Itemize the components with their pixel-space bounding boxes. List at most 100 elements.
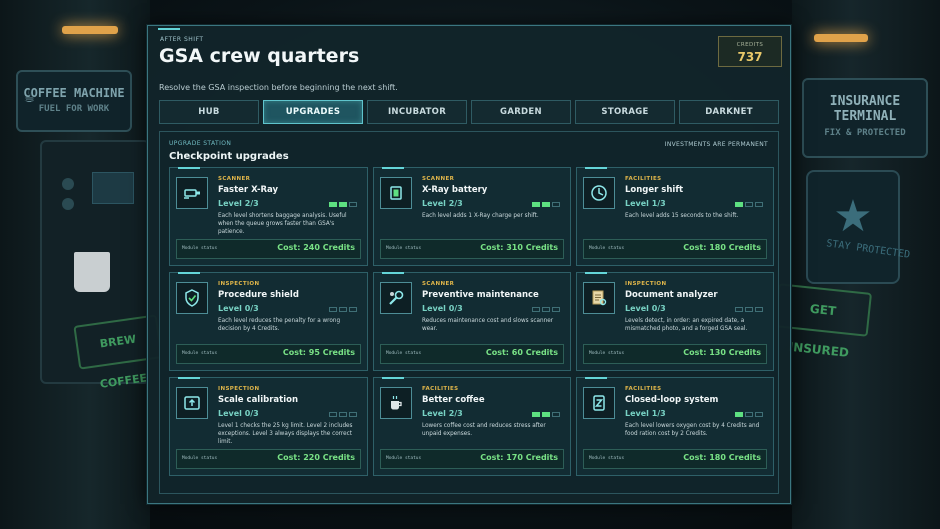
station-title: Checkpoint upgrades xyxy=(169,151,289,162)
upgrade-card-preventive-maintenance[interactable]: SCANNER Preventive maintenance Level 0/3… xyxy=(373,272,571,371)
card-footer: Module status Cost: 220 Credits xyxy=(176,449,361,469)
card-description: Each level adds 15 seconds to the shift. xyxy=(625,213,739,219)
upgrade-card-document-analyzer[interactable]: INSPECTION Document analyzer Level 0/3 L… xyxy=(576,272,774,371)
credits-label: CREDITS xyxy=(736,42,764,48)
shield-star-icon: ★ xyxy=(806,170,900,284)
section-tabs: HUB UPGRADES INCUBATOR GARDEN STORAGE DA… xyxy=(159,100,779,124)
buy-upgrade-button[interactable]: Cost: 170 Credits xyxy=(480,453,558,462)
buy-upgrade-button[interactable]: Cost: 95 Credits xyxy=(283,348,355,357)
buy-upgrade-button[interactable]: Cost: 130 Credits xyxy=(683,348,761,357)
level-pip-filled xyxy=(532,202,540,207)
buy-upgrade-button[interactable]: Cost: 60 Credits xyxy=(486,348,558,357)
tab-darknet[interactable]: DARKNET xyxy=(679,100,779,124)
buy-upgrade-button[interactable]: Cost: 180 Credits xyxy=(683,453,761,462)
card-category: INSPECTION xyxy=(625,281,667,287)
battery-chip-icon xyxy=(380,177,412,209)
credits-display: CREDITS 737 xyxy=(718,36,782,67)
card-accent-line xyxy=(585,167,607,169)
document-search-icon xyxy=(583,282,615,314)
card-description: Each level adds 1 X-Ray charge per shift… xyxy=(422,213,539,219)
level-pip-empty xyxy=(552,307,560,312)
level-pip-filled xyxy=(735,202,743,207)
level-pips xyxy=(329,307,357,312)
card-footer: Module status Cost: 130 Credits xyxy=(583,344,767,364)
module-status: Module status xyxy=(386,351,422,356)
card-level: Level 0/3 xyxy=(422,304,463,313)
card-description: Reduces maintenance cost and slows scann… xyxy=(422,318,554,332)
buy-upgrade-button[interactable]: Cost: 240 Credits xyxy=(277,243,355,252)
level-pip-empty xyxy=(745,202,753,207)
card-level: Level 1/3 xyxy=(625,409,666,418)
card-level: Level 2/3 xyxy=(218,199,259,208)
module-status: Module status xyxy=(386,456,422,461)
upgrade-card-scale-calibration[interactable]: INSPECTION Scale calibration Level 0/3 L… xyxy=(169,377,368,476)
level-pip-empty xyxy=(542,307,550,312)
level-pips xyxy=(532,202,560,207)
upgrade-card-xray-battery[interactable]: SCANNER X-Ray battery Level 2/3 Each lev… xyxy=(373,167,571,266)
tab-hub[interactable]: HUB xyxy=(159,100,259,124)
card-accent-line xyxy=(382,272,404,274)
card-name: Scale calibration xyxy=(218,395,299,405)
tab-garden[interactable]: GARDEN xyxy=(471,100,571,124)
level-pip-empty xyxy=(755,412,763,417)
level-pip-empty xyxy=(339,307,347,312)
tab-incubator[interactable]: INCUBATOR xyxy=(367,100,467,124)
card-category: INSPECTION xyxy=(218,281,260,287)
card-level: Level 2/3 xyxy=(422,199,463,208)
buy-upgrade-button[interactable]: Cost: 310 Credits xyxy=(480,243,558,252)
card-name: Longer shift xyxy=(625,185,684,195)
upgrade-card-faster-xray[interactable]: SCANNER Faster X-Ray Level 2/3 Each leve… xyxy=(169,167,368,266)
coffee-machine-screen xyxy=(92,172,134,204)
ceiling-lamp-right xyxy=(814,34,868,42)
level-pips xyxy=(532,307,560,312)
credits-value: 737 xyxy=(737,50,763,64)
page-subtitle: Resolve the GSA inspection before beginn… xyxy=(159,83,398,92)
card-name: Preventive maintenance xyxy=(422,290,539,300)
card-footer: Module status Cost: 60 Credits xyxy=(380,344,564,364)
card-description: Level 1 checks the 25 kg limit. Level 2 … xyxy=(218,423,353,445)
tab-storage[interactable]: STORAGE xyxy=(575,100,675,124)
tab-upgrades[interactable]: UPGRADES xyxy=(263,100,363,124)
card-level: Level 1/3 xyxy=(625,199,666,208)
wrench-icon xyxy=(380,282,412,314)
module-status: Module status xyxy=(182,246,218,251)
upgrade-grid: SCANNER Faster X-Ray Level 2/3 Each leve… xyxy=(169,167,774,476)
card-category: SCANNER xyxy=(422,281,455,287)
ceiling-lamp-left xyxy=(62,26,118,34)
card-level: Level 0/3 xyxy=(625,304,666,313)
panel-kicker: AFTER SHIFT xyxy=(160,36,204,43)
card-level: Level 2/3 xyxy=(422,409,463,418)
coffee-cup-icon xyxy=(380,387,412,419)
level-pip-empty xyxy=(339,412,347,417)
card-accent-line xyxy=(178,377,200,379)
card-footer: Module status Cost: 180 Credits xyxy=(583,239,767,259)
card-name: Closed-loop system xyxy=(625,395,719,405)
coffee-machine-knob xyxy=(62,178,74,190)
level-pip-empty xyxy=(349,202,357,207)
buy-upgrade-button[interactable]: Cost: 180 Credits xyxy=(683,243,761,252)
card-name: Faster X-Ray xyxy=(218,185,279,195)
module-status: Module status xyxy=(589,351,625,356)
page-title: GSA crew quarters xyxy=(159,45,360,67)
upgrade-card-better-coffee[interactable]: FACILITIES Better coffee Level 2/3 Lower… xyxy=(373,377,571,476)
panel-accent-line xyxy=(158,28,180,30)
xray-gun-icon xyxy=(176,177,208,209)
level-pip-filled xyxy=(329,202,337,207)
upgrade-card-longer-shift[interactable]: FACILITIES Longer shift Level 1/3 Each l… xyxy=(576,167,774,266)
clock-icon xyxy=(583,177,615,209)
card-category: SCANNER xyxy=(422,176,455,182)
upgrade-card-closed-loop-system[interactable]: FACILITIES Closed-loop system Level 1/3 … xyxy=(576,377,774,476)
card-description: Lowers coffee cost and reduces stress af… xyxy=(422,423,546,437)
level-pip-empty xyxy=(745,307,753,312)
recycle-icon xyxy=(583,387,615,419)
insurance-terminal-sign: INSURANCE TERMINAL FIX & PROTECTED xyxy=(802,78,928,158)
coffee-machine-sign: ☕ COFFEE MACHINE FUEL FOR WORK xyxy=(16,70,132,132)
card-category: FACILITIES xyxy=(625,176,662,182)
card-category: INSPECTION xyxy=(218,386,260,392)
buy-upgrade-button[interactable]: Cost: 220 Credits xyxy=(277,453,355,462)
upgrade-card-procedure-shield[interactable]: INSPECTION Procedure shield Level 0/3 Ea… xyxy=(169,272,368,371)
module-status: Module status xyxy=(589,456,625,461)
card-accent-line xyxy=(585,272,607,274)
card-level: Level 0/3 xyxy=(218,304,259,313)
coffee-mug xyxy=(74,252,110,292)
